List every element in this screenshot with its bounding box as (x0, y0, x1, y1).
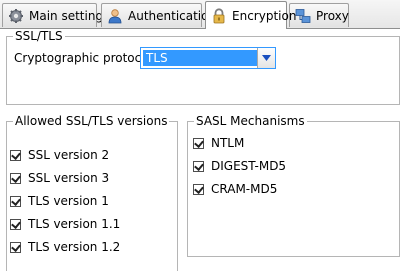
gear-icon (8, 8, 24, 24)
dropdown-button[interactable] (257, 48, 275, 68)
checkbox[interactable] (10, 241, 21, 253)
network-icon (295, 8, 311, 24)
checkbox[interactable] (193, 137, 204, 149)
checkbox-label: SSL version 3 (28, 171, 110, 185)
checkbox-tls-v1-2[interactable]: TLS version 1.2 (10, 240, 120, 254)
group-title: Allowed SSL/TLS versions (13, 114, 170, 128)
tab-label: Authentication (128, 8, 217, 23)
user-icon (107, 8, 123, 24)
checkbox-tls-v1-1[interactable]: TLS version 1.1 (10, 217, 120, 231)
tab-encryption[interactable]: Encryption (205, 1, 296, 29)
checkbox-ssl-v2[interactable]: SSL version 2 (10, 148, 109, 162)
checkbox-tls-v1[interactable]: TLS version 1 (10, 194, 109, 208)
checkbox-ntlm[interactable]: NTLM (193, 136, 244, 150)
protocol-value: TLS (143, 50, 257, 66)
checkbox[interactable] (193, 183, 204, 195)
lock-icon (211, 7, 227, 24)
tab-bar: Main settings Authentication Encryption (0, 0, 400, 29)
protocol-label: Cryptographic protocol: (14, 51, 156, 65)
checkbox[interactable] (193, 160, 204, 172)
protocol-select[interactable]: TLS (140, 47, 276, 69)
checkbox-label: DIGEST-MD5 (211, 159, 287, 173)
chevron-down-icon (262, 55, 271, 61)
checkbox-label: NTLM (211, 136, 245, 150)
checkbox[interactable] (10, 218, 21, 230)
tab-label: Encryption (232, 8, 297, 23)
checkbox[interactable] (10, 172, 21, 184)
tab-label: Proxy (316, 8, 349, 23)
tab-main-settings[interactable]: Main settings (2, 3, 109, 27)
checkbox-label: TLS version 1 (28, 194, 109, 208)
checkbox[interactable] (10, 195, 21, 207)
checkbox-ssl-v3[interactable]: SSL version 3 (10, 171, 109, 185)
tab-label: Main settings (29, 8, 110, 23)
checkbox-digest-md5[interactable]: DIGEST-MD5 (193, 159, 286, 173)
group-title: SASL Mechanisms (194, 114, 307, 128)
checkbox-label: TLS version 1.1 (28, 217, 121, 231)
tab-proxy[interactable]: Proxy (289, 3, 349, 27)
checkbox-label: CRAM-MD5 (211, 182, 278, 196)
checkbox-label: TLS version 1.2 (28, 240, 121, 254)
group-title: SSL/TLS (13, 29, 65, 43)
tab-authentication[interactable]: Authentication (101, 3, 216, 27)
checkbox-cram-md5[interactable]: CRAM-MD5 (193, 182, 277, 196)
checkbox[interactable] (10, 149, 21, 161)
checkbox-label: SSL version 2 (28, 148, 110, 162)
